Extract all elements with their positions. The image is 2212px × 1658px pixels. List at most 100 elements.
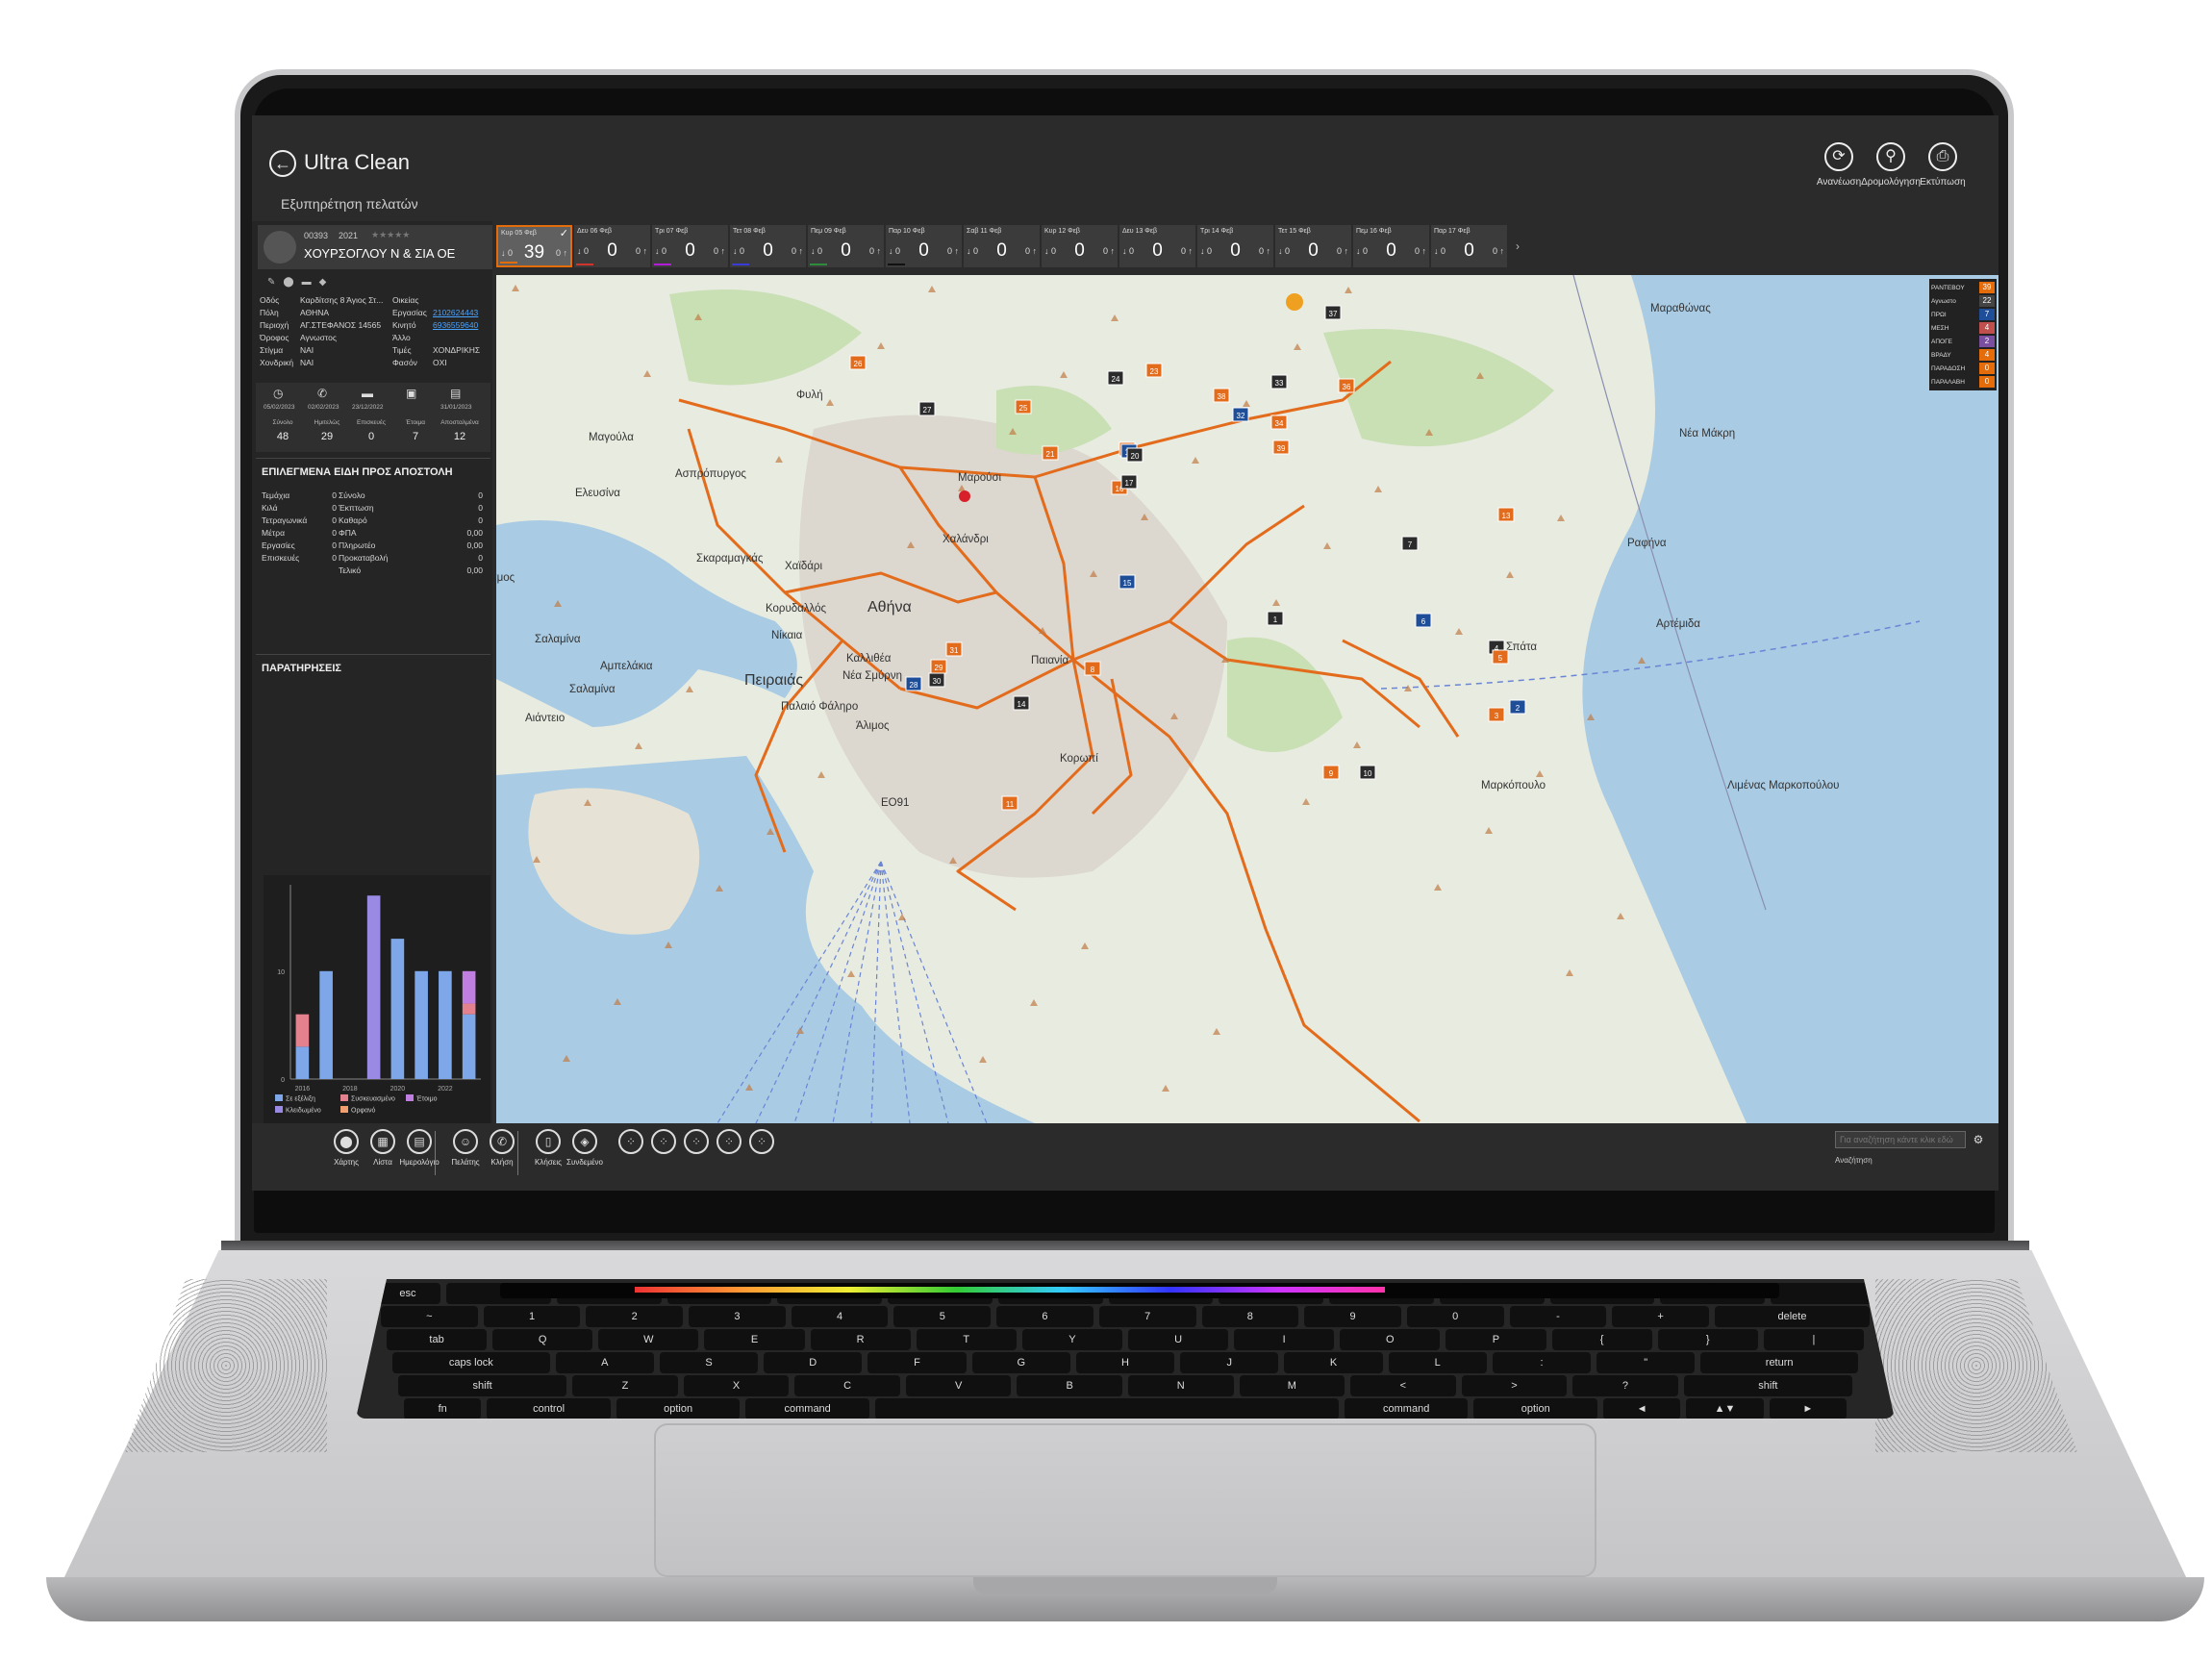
keyboard-key[interactable]: L — [1388, 1352, 1487, 1373]
keyboard-key[interactable]: " — [1596, 1352, 1696, 1373]
day-tab[interactable]: Κυρ 05 Φεβ ↓ 0 39 0 ↑ ✓ — [496, 225, 572, 267]
day-tab[interactable]: Κυρ 12 Φεβ ↓ 000 ↑ — [1042, 225, 1118, 267]
location-icon[interactable]: ⬤ — [283, 277, 301, 288]
keyboard-key[interactable]: J — [1180, 1352, 1279, 1373]
compass-button[interactable]: ◈ Συνδεμένο — [564, 1129, 606, 1167]
keyboard-key[interactable]: 9 — [1304, 1306, 1401, 1327]
chevron-right-icon[interactable]: › — [1509, 225, 1526, 267]
edit-icon[interactable]: ✎ — [267, 277, 283, 288]
slot-button[interactable]: ⁘ — [741, 1129, 783, 1158]
keyboard-key[interactable]: Q — [492, 1329, 593, 1350]
phone-link[interactable]: 2102624443 — [433, 307, 478, 319]
keyboard-key[interactable]: return — [1700, 1352, 1858, 1373]
printer-button[interactable]: ⎙ Εκτύπωση — [1912, 142, 1973, 188]
keyboard-key[interactable]: R — [810, 1329, 911, 1350]
customer-card[interactable]: 00393 2021 ★★★★★ ΧΟΥΡΣΟΓΛΟΥ Ν & ΣΙΑ ΟΕ — [258, 225, 492, 269]
day-tab[interactable]: Τετ 15 Φεβ ↓ 000 ↑ — [1275, 225, 1351, 267]
map-canvas[interactable]: Μαραθώνας Φυλή Μαγούλα Νέα Μάκρη Ασπρόπυργος… — [496, 275, 1998, 1123]
keyboard-key[interactable]: C — [794, 1375, 900, 1396]
keyboard-key[interactable] — [1771, 1283, 1875, 1304]
keyboard-key[interactable]: ◄ — [1602, 1398, 1681, 1419]
keyboard-key[interactable]: shift — [398, 1375, 567, 1396]
keyboard-key[interactable]: 0 — [1406, 1306, 1504, 1327]
keyboard-key[interactable]: delete — [1714, 1306, 1871, 1327]
day-tab[interactable]: Παρ 10 Φεβ ↓ 000 ↑ — [886, 225, 962, 267]
notes-section[interactable]: ΠΑΡΑΤΗΡΗΣΕΙΣ — [256, 654, 490, 758]
keyboard-key[interactable]: shift — [1683, 1375, 1852, 1396]
phone-link[interactable]: 6936559640 — [433, 319, 478, 332]
keyboard-key[interactable]: U — [1127, 1329, 1229, 1350]
keyboard-key[interactable]: : — [1492, 1352, 1592, 1373]
keyboard-key[interactable]: T — [916, 1329, 1017, 1350]
keyboard-key[interactable]: 2 — [586, 1306, 684, 1327]
keyboard-key[interactable]: + — [1612, 1306, 1709, 1327]
keyboard-key[interactable]: caps lock — [392, 1352, 550, 1373]
day-tab[interactable]: Δευ 06 Φεβ ↓ 000 ↑ — [574, 225, 650, 267]
day-tab[interactable]: Τρι 14 Φεβ ↓ 000 ↑ — [1197, 225, 1273, 267]
day-tab[interactable]: Τρι 07 Φεβ ↓ 000 ↑ — [652, 225, 728, 267]
keyboard-key[interactable]: < — [1350, 1375, 1456, 1396]
day-tab[interactable]: Παρ 17 Φεβ ↓ 000 ↑ — [1431, 225, 1507, 267]
keyboard-key[interactable]: control — [487, 1398, 611, 1419]
keyboard-key[interactable]: I — [1234, 1329, 1335, 1350]
keyboard-key[interactable]: ► — [1769, 1398, 1847, 1419]
keyboard-key[interactable]: fn — [404, 1398, 482, 1419]
document-icon[interactable]: ▣ — [406, 387, 416, 400]
keyboard-key[interactable]: K — [1284, 1352, 1383, 1373]
keyboard-key[interactable]: 1 — [483, 1306, 581, 1327]
chat-icon[interactable]: ▬ — [362, 387, 373, 400]
back-arrow-icon[interactable]: ← — [269, 150, 296, 177]
message-icon[interactable]: ▬ — [302, 277, 319, 288]
keyboard-key[interactable]: command — [1344, 1398, 1469, 1419]
gear-icon[interactable]: ⚙ — [1970, 1131, 1987, 1148]
keyboard-key[interactable]: V — [905, 1375, 1012, 1396]
keyboard-key[interactable]: 7 — [1098, 1306, 1196, 1327]
keyboard-key[interactable]: D — [764, 1352, 863, 1373]
keyboard-key[interactable]: Y — [1021, 1329, 1122, 1350]
clock-icon[interactable]: ◷ — [273, 387, 283, 400]
keyboard-key[interactable]: option — [1473, 1398, 1597, 1419]
keyboard-key[interactable]: { — [1551, 1329, 1652, 1350]
tag-icon[interactable]: ◆ — [319, 277, 335, 288]
keyboard-key[interactable]: ~ — [381, 1306, 478, 1327]
keyboard-key[interactable]: S — [659, 1352, 759, 1373]
keyboard-key[interactable]: tab — [387, 1329, 488, 1350]
trackpad[interactable] — [654, 1423, 1596, 1577]
keyboard-key[interactable]: | — [1763, 1329, 1864, 1350]
keyboard-key[interactable]: F — [867, 1352, 967, 1373]
day-tab[interactable]: Πεμ 09 Φεβ ↓ 000 ↑ — [808, 225, 884, 267]
keyboard-key[interactable]: G — [971, 1352, 1070, 1373]
keyboard-key[interactable]: - — [1509, 1306, 1607, 1327]
invoice-icon[interactable]: ▤ — [450, 387, 461, 400]
search-input[interactable] — [1835, 1131, 1966, 1148]
keyboard-key[interactable]: } — [1657, 1329, 1758, 1350]
keyboard-key[interactable]: H — [1075, 1352, 1175, 1373]
keyboard-key[interactable]: 5 — [893, 1306, 992, 1327]
keyboard-key[interactable]: M — [1239, 1375, 1345, 1396]
keyboard-key[interactable]: command — [745, 1398, 869, 1419]
keyboard-key[interactable]: B — [1017, 1375, 1122, 1396]
keyboard-key[interactable] — [874, 1398, 1339, 1419]
keyboard-key[interactable]: > — [1461, 1375, 1568, 1396]
keyboard-key[interactable]: ? — [1572, 1375, 1678, 1396]
keyboard-key[interactable]: A — [555, 1352, 654, 1373]
keyboard-key[interactable]: E — [704, 1329, 805, 1350]
day-tab[interactable]: Τετ 08 Φεβ ↓ 000 ↑ — [730, 225, 806, 267]
keyboard-key[interactable]: P — [1445, 1329, 1546, 1350]
keyboard-key[interactable]: O — [1340, 1329, 1441, 1350]
keyboard-key[interactable]: X — [683, 1375, 790, 1396]
keyboard-key[interactable]: W — [598, 1329, 699, 1350]
keyboard-key[interactable]: 6 — [996, 1306, 1093, 1327]
phone-icon[interactable]: ✆ — [317, 387, 327, 400]
keyboard-key[interactable]: 4 — [791, 1306, 889, 1327]
map-view[interactable]: Μαραθώνας Φυλή Μαγούλα Νέα Μάκρη Ασπρόπυργος… — [496, 275, 1998, 1123]
day-tab[interactable]: Πεμ 16 Φεβ ↓ 000 ↑ — [1353, 225, 1429, 267]
keyboard-key[interactable]: N — [1128, 1375, 1234, 1396]
keyboard-key[interactable]: 3 — [689, 1306, 786, 1327]
keyboard-key[interactable]: 8 — [1201, 1306, 1299, 1327]
keyboard-key[interactable]: option — [616, 1398, 741, 1419]
day-tab[interactable]: Δευ 13 Φεβ ↓ 000 ↑ — [1119, 225, 1195, 267]
keyboard-key[interactable]: Z — [572, 1375, 678, 1396]
day-tab[interactable]: Σαβ 11 Φεβ ↓ 000 ↑ — [964, 225, 1040, 267]
keyboard-key[interactable]: ▲▼ — [1686, 1398, 1764, 1419]
